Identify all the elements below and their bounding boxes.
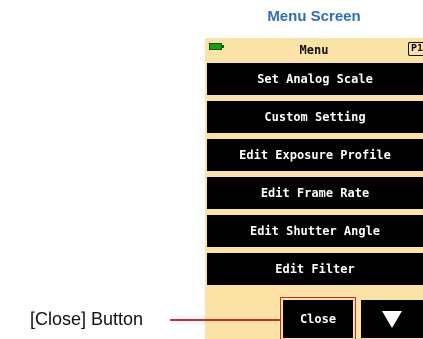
menu-item-set-analog-scale[interactable]: Set Analog Scale bbox=[207, 63, 423, 95]
screen-title: Menu bbox=[299, 43, 329, 57]
close-button-callout-label: [Close] Button bbox=[30, 309, 144, 329]
menu-item-custom-setting[interactable]: Custom Setting bbox=[207, 101, 423, 133]
bottom-bar: Close bbox=[205, 296, 423, 339]
close-button[interactable]: Close bbox=[283, 300, 353, 338]
menu-item-edit-filter[interactable]: Edit Filter bbox=[207, 253, 423, 285]
meter-screen: Menu P1 Set Analog Scale Custom Setting … bbox=[205, 38, 423, 339]
callout-leader-line bbox=[170, 319, 281, 321]
status-bar: Menu P1 bbox=[205, 38, 423, 60]
triangle-down-icon bbox=[382, 311, 402, 328]
page-indicator: P1 bbox=[408, 42, 423, 56]
scroll-down-button[interactable] bbox=[361, 300, 423, 338]
menu-item-edit-frame-rate[interactable]: Edit Frame Rate bbox=[207, 177, 423, 209]
menu-item-edit-shutter-angle[interactable]: Edit Shutter Angle bbox=[207, 215, 423, 247]
figure-caption-title: Menu Screen bbox=[267, 8, 361, 25]
menu-item-edit-exposure-profile[interactable]: Edit Exposure Profile bbox=[207, 139, 423, 171]
